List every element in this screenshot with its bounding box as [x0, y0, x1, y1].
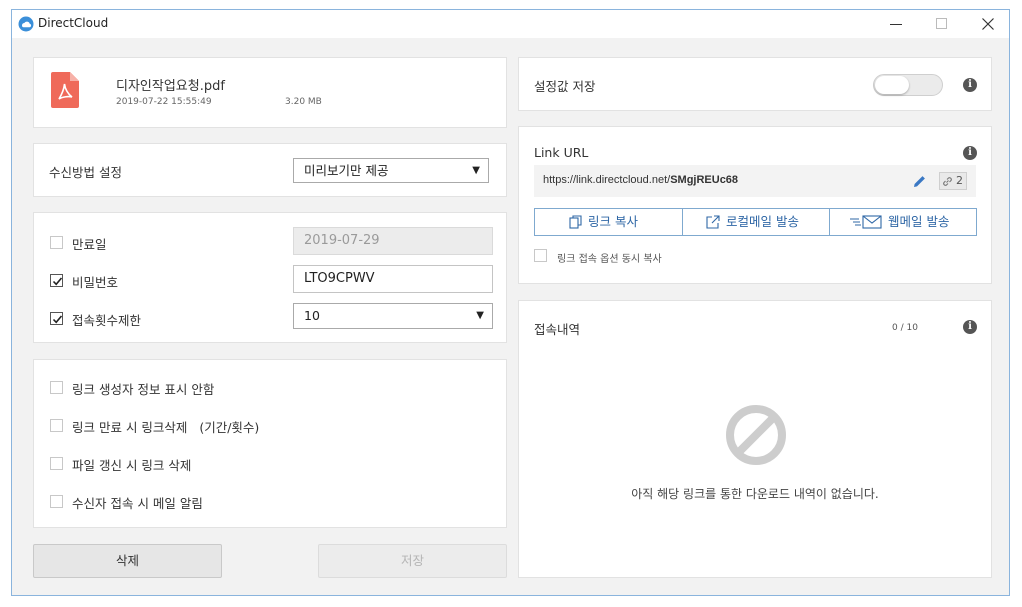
receive-method-label: 수신방법 설정 — [49, 165, 122, 180]
save-settings-toggle[interactable] — [873, 74, 943, 96]
toggle-knob — [875, 76, 909, 94]
copy-icon — [569, 215, 582, 229]
receive-method-select[interactable]: 미리보기만 제공 ▼ — [293, 158, 489, 183]
access-limit-checkbox[interactable] — [50, 312, 63, 325]
segment-divider — [829, 209, 830, 235]
link-count: 2 — [956, 174, 963, 187]
password-value: LTO9CPWV — [304, 271, 375, 286]
info-icon[interactable]: i — [963, 146, 977, 160]
web-mail-label: 웹메일 발송 — [888, 214, 950, 229]
password-input[interactable]: LTO9CPWV — [293, 265, 493, 293]
password-checkbox[interactable] — [50, 274, 63, 287]
save-settings-label: 설정값 저장 — [534, 79, 596, 94]
checkmark-icon — [52, 315, 63, 324]
maximize-button[interactable] — [919, 10, 965, 38]
prohibited-icon — [726, 405, 786, 465]
close-button[interactable] — [965, 10, 1011, 38]
directcloud-logo-icon — [18, 16, 34, 32]
option-checkbox-mail-notify[interactable] — [50, 495, 63, 508]
save-button[interactable]: 저장 — [318, 544, 507, 578]
pencil-icon[interactable] — [913, 175, 926, 188]
access-history-count: 0 / 10 — [892, 323, 918, 333]
option-checkbox-delete-on-expiry[interactable] — [50, 419, 63, 432]
info-icon[interactable]: i — [963, 78, 977, 92]
option-label-delete-on-expiry: 링크 만료 시 링크삭제 (기간/횟수) — [72, 420, 260, 435]
close-icon — [982, 18, 994, 30]
chevron-down-icon: ▼ — [476, 310, 484, 321]
receive-method-value: 미리보기만 제공 — [304, 163, 389, 178]
window-title: DirectCloud — [38, 16, 109, 30]
pdf-file-icon — [51, 72, 79, 108]
web-mail-button[interactable]: 웹메일 발송 — [850, 209, 949, 235]
minimize-button[interactable] — [873, 10, 919, 38]
link-actions-segment: 링크 복사 로컬메일 발송 웹메일 발송 — [534, 208, 977, 236]
option-checkbox-hide-creator[interactable] — [50, 381, 63, 394]
copy-link-button[interactable]: 링크 복사 — [569, 209, 638, 235]
copy-with-options-checkbox[interactable] — [534, 249, 547, 262]
access-history-empty: 아직 해당 링크를 통한 다운로드 내역이 없습니다. — [631, 487, 879, 501]
expiry-date-value: 2019-07-29 — [304, 233, 380, 248]
link-url-card: Link URL i https://link.directcloud.net/… — [518, 126, 992, 284]
option-label-delete-on-update: 파일 갱신 시 링크 삭제 — [72, 458, 192, 473]
app-window: DirectCloud 디자인작업요청.pdf 2019-07-22 15:55… — [11, 9, 1010, 596]
access-history-card: 접속내역 0 / 10 i 아직 해당 링크를 통한 다운로드 내역이 없습니다… — [518, 300, 992, 578]
info-icon[interactable]: i — [963, 320, 977, 334]
local-mail-button[interactable]: 로컬메일 발송 — [706, 209, 799, 235]
file-size: 3.20 MB — [285, 97, 322, 107]
access-limit-select[interactable]: 10 ▼ — [293, 303, 493, 329]
expiry-date-field: 2019-07-29 — [293, 227, 493, 255]
file-name: 디자인작업요청.pdf — [116, 79, 225, 94]
link-count-badge: 2 — [939, 172, 967, 190]
copy-link-label: 링크 복사 — [588, 214, 638, 229]
password-label: 비밀번호 — [72, 275, 119, 290]
file-info-card: 디자인작업요청.pdf 2019-07-22 15:55:49 3.20 MB — [33, 57, 507, 128]
local-mail-label: 로컬메일 발송 — [726, 214, 799, 229]
segment-divider — [682, 209, 683, 235]
title-bar: DirectCloud — [12, 10, 1009, 38]
chevron-down-icon: ▼ — [472, 165, 480, 176]
expiry-label: 만료일 — [72, 237, 107, 252]
save-settings-card: 설정값 저장 i — [518, 57, 992, 111]
link-url-text: https://link.directcloud.net/SMgjREUc68 — [543, 174, 739, 186]
receive-method-card: 수신방법 설정 미리보기만 제공 ▼ — [33, 143, 507, 197]
checkmark-icon — [52, 277, 63, 286]
file-date: 2019-07-22 15:55:49 — [116, 97, 212, 107]
link-icon — [943, 177, 952, 186]
copy-with-options-label: 링크 접속 옵션 동시 복사 — [557, 254, 662, 265]
access-history-title: 접속내역 — [534, 322, 581, 337]
link-options-card: 링크 생성자 정보 표시 안함 링크 만료 시 링크삭제 (기간/횟수) 파일 … — [33, 359, 507, 528]
link-url-title: Link URL — [534, 145, 589, 160]
minimize-icon — [890, 24, 902, 25]
security-card: 만료일 2019-07-29 비밀번호 LTO9CPWV 접속횟수제한 10 ▼ — [33, 212, 507, 343]
delete-button[interactable]: 삭제 — [33, 544, 222, 578]
expiry-checkbox[interactable] — [50, 236, 63, 249]
option-label-mail-notify: 수신자 접속 시 메일 알림 — [72, 496, 203, 511]
option-checkbox-delete-on-update[interactable] — [50, 457, 63, 470]
mail-icon — [850, 215, 882, 229]
external-link-icon — [706, 215, 720, 229]
access-limit-label: 접속횟수제한 — [72, 313, 142, 328]
link-url-field[interactable]: https://link.directcloud.net/SMgjREUc68 … — [534, 165, 976, 197]
option-label-hide-creator: 링크 생성자 정보 표시 안함 — [72, 382, 215, 397]
access-limit-value: 10 — [304, 308, 320, 323]
maximize-icon — [936, 18, 947, 29]
